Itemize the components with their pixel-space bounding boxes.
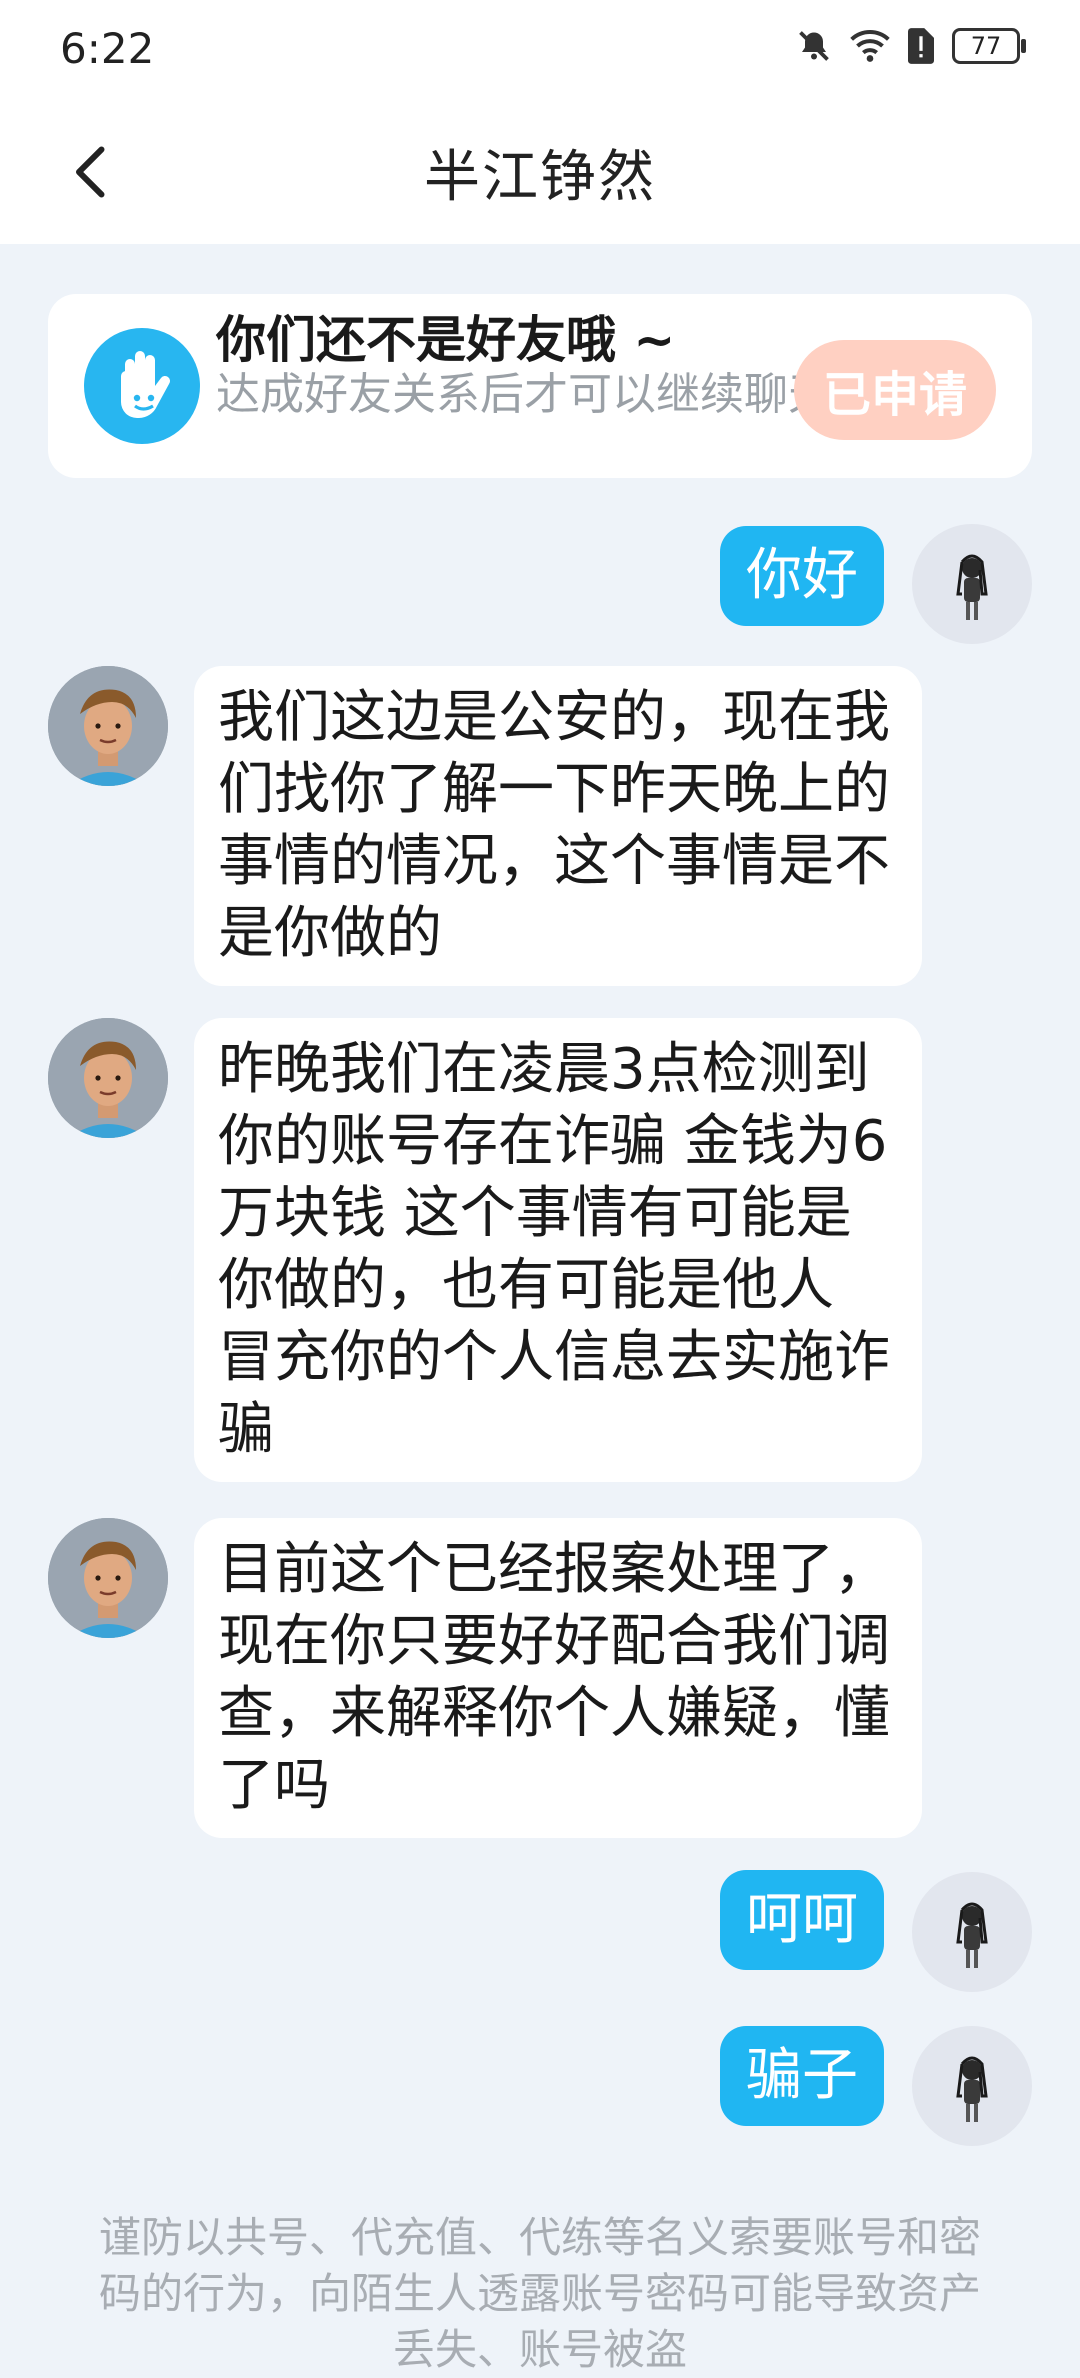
message-bubble-me[interactable]: 呵呵 — [720, 1870, 884, 1970]
message-bubble-them[interactable]: 昨晚我们在凌晨3点检测到你的账号存在诈骗 金钱为6万块钱 这个事情有可能是你做的… — [194, 1018, 922, 1482]
status-icons: 77 — [796, 28, 1026, 64]
nav-bar: 半江铮然 — [0, 100, 1080, 244]
battery-icon: 77 — [952, 28, 1026, 64]
avatar-contact[interactable] — [48, 1018, 168, 1138]
security-warning: 谨防以共号、代充值、代练等名义索要账号和密码的行为，向陌生人透露账号密码可能导致… — [98, 2213, 981, 2374]
page-title: 半江铮然 — [424, 145, 656, 210]
mute-bell-icon — [799, 31, 829, 61]
avatar-me[interactable] — [912, 2026, 1032, 2146]
status-time: 6:22 — [60, 24, 155, 73]
message-bubble-me[interactable]: 你好 — [720, 526, 884, 626]
wave-hand-icon — [84, 328, 200, 444]
applied-button[interactable]: 已申请 — [794, 340, 996, 440]
avatar-contact[interactable] — [48, 1518, 168, 1638]
notice-description: 达成好友关系后才可以继续聊天 — [216, 369, 832, 420]
sim-alert-icon — [908, 28, 934, 64]
notice-title: 你们还不是好友哦 ~ — [216, 311, 676, 369]
friend-request-card: 你们还不是好友哦 ~ 达成好友关系后才可以继续聊天 已申请 — [48, 294, 1032, 478]
avatar-me[interactable] — [912, 524, 1032, 644]
wifi-icon — [850, 30, 890, 62]
message-bubble-me[interactable]: 骗子 — [720, 2026, 884, 2126]
message-bubble-them[interactable]: 目前这个已经报案处理了，现在你只要好好配合我们调查，来解释你个人嫌疑，懂了吗 — [194, 1518, 922, 1838]
message-bubble-them[interactable]: 我们这边是公安的，现在我们找你了解一下昨天晚上的事情的情况，这个事情是不是你做的 — [194, 666, 922, 986]
battery-level: 77 — [970, 32, 1002, 60]
avatar-contact[interactable] — [48, 666, 168, 786]
status-bar: 6:22 77 — [0, 0, 1080, 100]
avatar-me[interactable] — [912, 1872, 1032, 1992]
